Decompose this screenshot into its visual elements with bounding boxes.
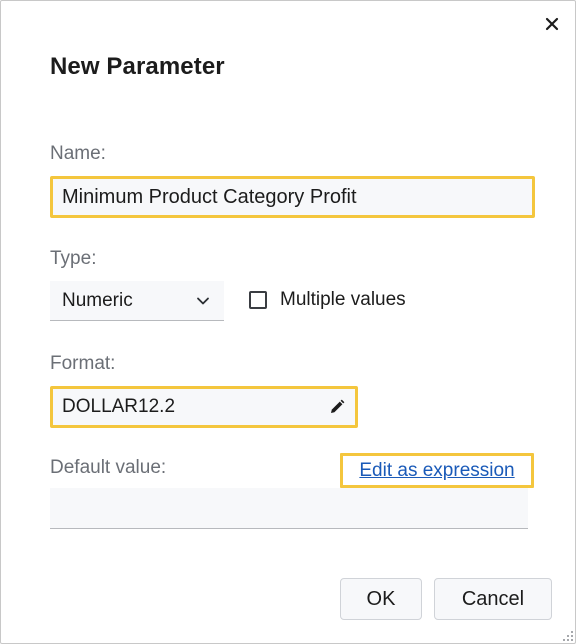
chevron-down-icon <box>197 297 209 304</box>
default-value-input[interactable] <box>50 488 528 529</box>
close-button[interactable] <box>539 11 565 37</box>
cancel-button[interactable]: Cancel <box>434 578 552 620</box>
edit-as-expression-link[interactable]: Edit as expression <box>359 460 514 482</box>
new-parameter-dialog: New Parameter Name: Minimum Product Cate… <box>0 0 576 644</box>
multiple-values-label: Multiple values <box>280 289 406 310</box>
close-icon <box>545 17 559 31</box>
format-field[interactable]: DOLLAR12.2 <box>50 386 358 428</box>
name-label: Name: <box>50 143 106 164</box>
dialog-title: New Parameter <box>50 53 225 80</box>
format-value: DOLLAR12.2 <box>62 396 176 417</box>
resize-grip-icon[interactable] <box>562 630 574 642</box>
name-input-value: Minimum Product Category Profit <box>62 185 357 208</box>
name-input[interactable]: Minimum Product Category Profit <box>50 176 535 218</box>
format-label: Format: <box>50 353 116 374</box>
pencil-icon <box>331 399 345 413</box>
type-label: Type: <box>50 248 97 269</box>
default-value-label: Default value: <box>50 457 167 478</box>
type-dropdown[interactable]: Numeric <box>50 281 224 321</box>
type-selected-value: Numeric <box>62 289 133 311</box>
multiple-values-checkbox[interactable] <box>249 291 267 309</box>
format-edit-button[interactable] <box>328 398 346 416</box>
multiple-values-option[interactable]: Multiple values <box>249 289 406 311</box>
edit-as-expression-highlight: Edit as expression <box>340 453 534 488</box>
ok-button[interactable]: OK <box>340 578 422 620</box>
